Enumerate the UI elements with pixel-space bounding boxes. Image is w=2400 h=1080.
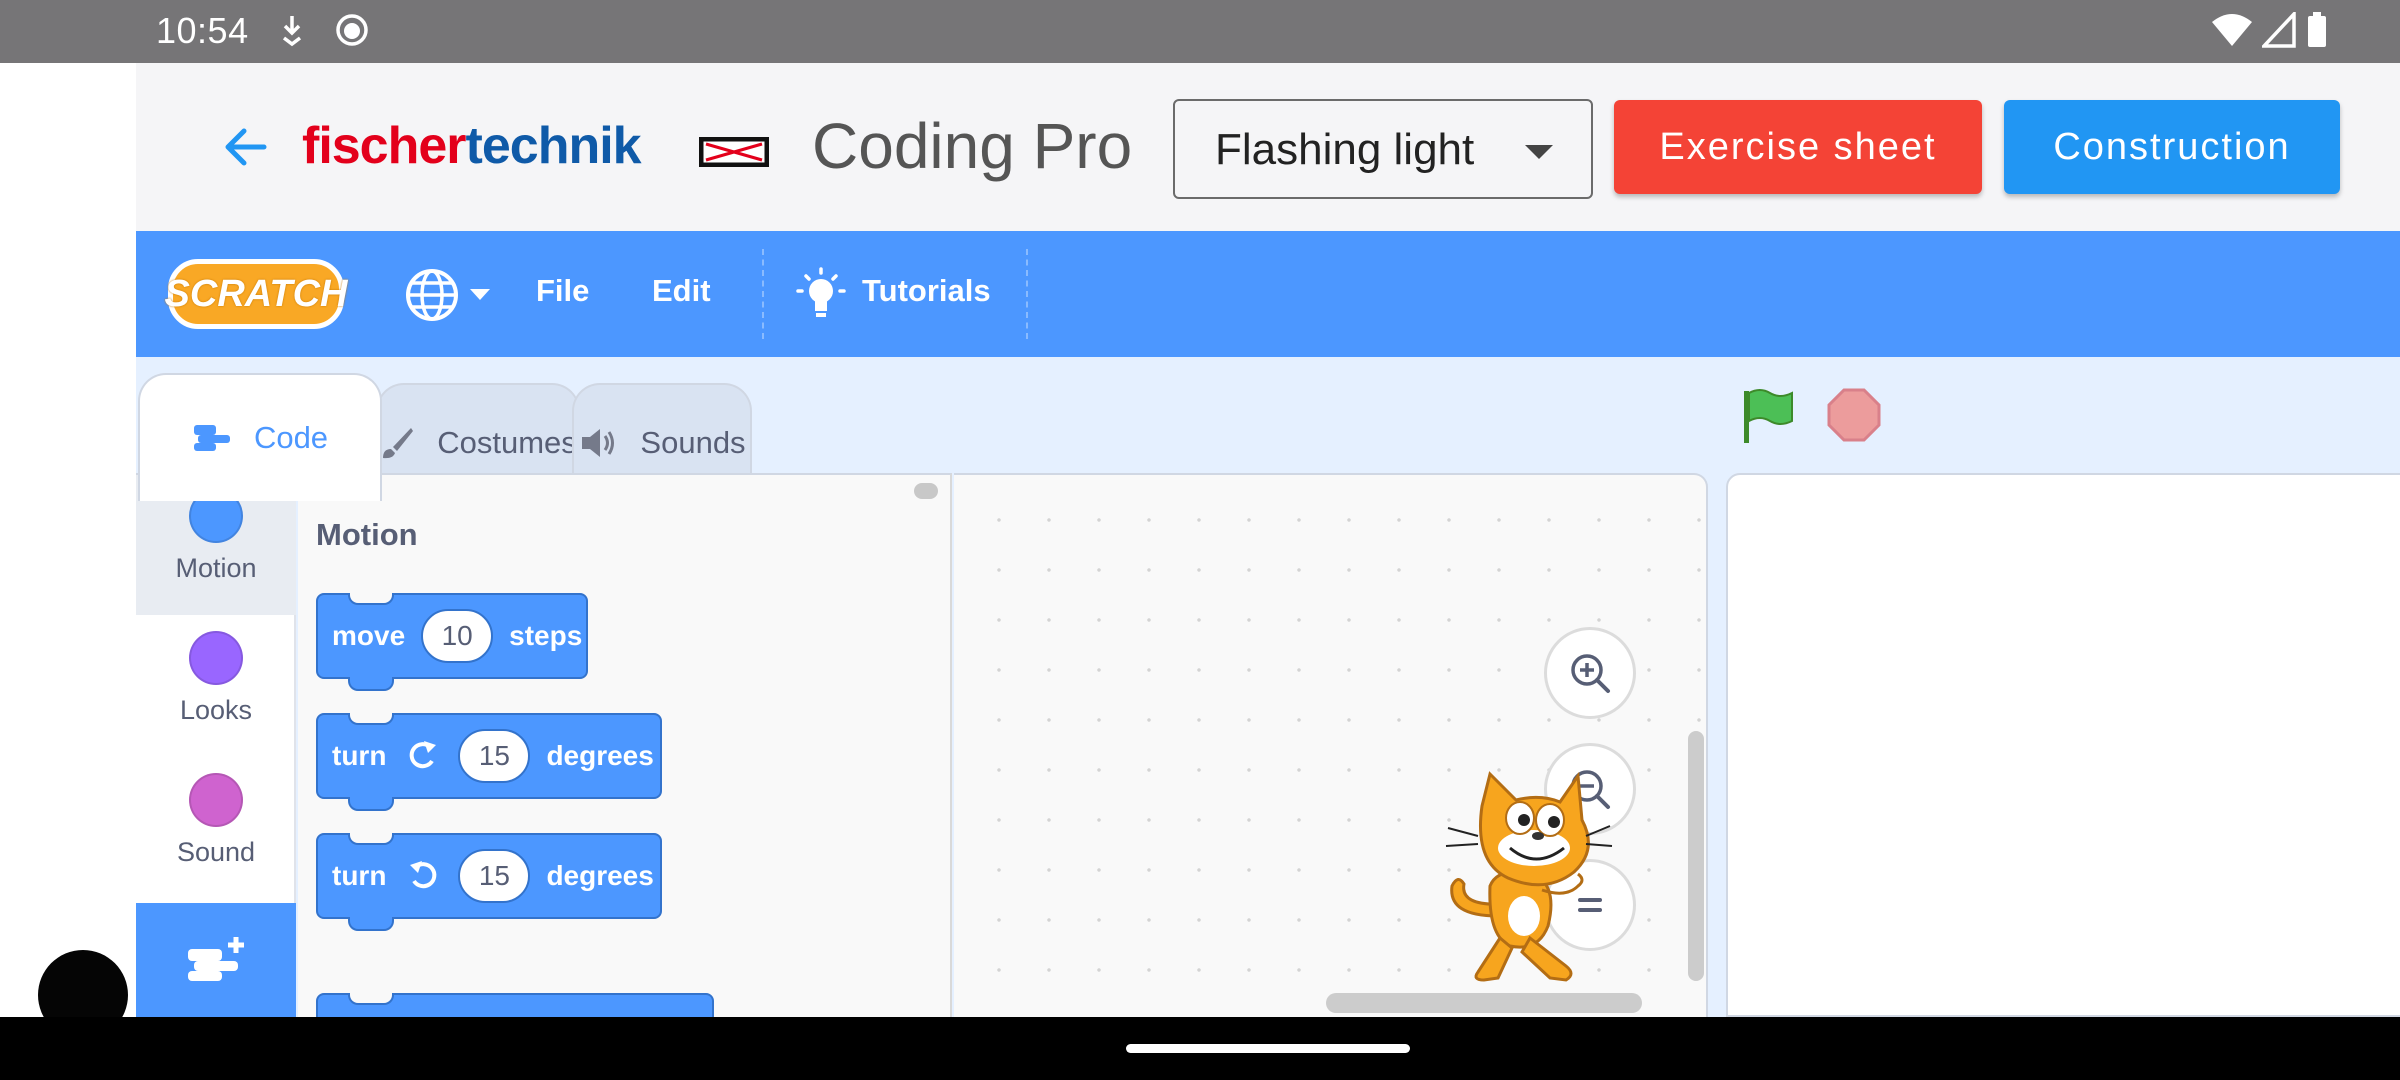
block-text: turn	[332, 860, 387, 891]
status-time: 10:54	[156, 10, 249, 51]
home-gesture-pill[interactable]	[1126, 1044, 1410, 1053]
category-sound[interactable]: Sound	[136, 759, 296, 899]
notification-icon	[334, 12, 370, 53]
tab-costumes-label: Costumes	[437, 425, 577, 460]
scratch-editor: Code Costumes Sounds Motion Looks Sound …	[136, 357, 2400, 1019]
add-extension-icon	[188, 937, 244, 981]
tab-code[interactable]: Code	[138, 373, 382, 501]
rotate-right-icon	[404, 737, 442, 775]
category-menu: Motion Looks Sound	[136, 473, 296, 1019]
status-bar: 10:54	[0, 0, 2400, 63]
logo-text-technik: technik	[465, 117, 642, 175]
block-text: degrees	[546, 860, 654, 891]
category-label: Sound	[176, 837, 256, 867]
block-text: move	[332, 620, 406, 651]
exercise-select-value: Flashing light	[1215, 125, 1475, 174]
language-caret-icon[interactable]	[470, 289, 490, 300]
stage[interactable]	[1726, 473, 2400, 1017]
wifi-icon	[2210, 12, 2254, 53]
block-text: degrees	[546, 740, 654, 771]
scratch-menu-bar: SCRATCH File Edit Tutorials	[136, 231, 2400, 357]
lightbulb-icon[interactable]	[796, 267, 846, 328]
brand-logo: fischertechnik	[302, 116, 642, 176]
download-icon	[278, 12, 306, 53]
category-label: Looks	[179, 695, 253, 725]
degrees-input[interactable]: 15	[458, 849, 531, 903]
block-notch	[348, 833, 394, 845]
menu-divider	[1026, 249, 1028, 339]
zoom-in-button[interactable]	[1544, 627, 1636, 719]
back-arrow-icon[interactable]	[218, 119, 274, 175]
scratch-logo[interactable]: SCRATCH	[165, 259, 347, 329]
category-label: Motion	[175, 553, 257, 583]
block-notch	[348, 993, 394, 1005]
menu-tutorials[interactable]: Tutorials	[862, 273, 991, 309]
chevron-down-icon	[1525, 145, 1553, 159]
code-blocks-icon	[192, 423, 232, 453]
logo-badge-icon	[699, 137, 769, 167]
block-notch	[348, 713, 394, 725]
category-dot-looks	[189, 631, 243, 685]
category-looks[interactable]: Looks	[136, 617, 296, 757]
block-palette: Motion move 10 steps turn 15 degrees tur…	[298, 473, 952, 1017]
globe-icon[interactable]	[404, 267, 460, 328]
block-tab	[348, 677, 394, 691]
tab-code-label: Code	[253, 420, 329, 455]
logo-text-fischer: fischer	[302, 117, 467, 175]
turn-left-block[interactable]: turn 15 degrees	[316, 833, 662, 931]
block-tab	[348, 917, 394, 931]
battery-icon	[2306, 12, 2328, 53]
signal-icon	[2259, 9, 2296, 53]
exercise-select[interactable]: Flashing light	[1173, 99, 1593, 199]
category-dot-sound	[189, 773, 243, 827]
zoom-in-icon	[1571, 654, 1610, 693]
menu-edit[interactable]: Edit	[652, 273, 711, 309]
degrees-input[interactable]: 15	[458, 729, 531, 783]
turn-right-block[interactable]: turn 15 degrees	[316, 713, 662, 811]
partial-motion-block[interactable]	[316, 993, 714, 1017]
green-flag-icon[interactable]	[1740, 387, 1796, 452]
block-text: turn	[332, 740, 387, 771]
paintbrush-icon	[379, 425, 415, 461]
construction-button[interactable]: Construction	[2004, 100, 2340, 194]
menu-divider	[762, 249, 764, 339]
block-text: steps	[509, 620, 583, 651]
script-vertical-scrollbar[interactable]	[1688, 731, 1704, 981]
tab-sounds-label: Sounds	[640, 425, 746, 460]
system-nav-bar	[0, 1017, 2400, 1080]
speaker-icon	[578, 426, 618, 460]
app-title: Coding Pro	[812, 110, 1133, 182]
rotate-left-icon	[404, 857, 442, 895]
steps-input[interactable]: 10	[421, 609, 494, 663]
floating-handle[interactable]	[30, 508, 94, 572]
stop-icon[interactable]	[1826, 387, 1882, 448]
palette-scrollbar[interactable]	[914, 483, 938, 499]
palette-section-title: Motion	[316, 517, 418, 552]
exercise-sheet-button[interactable]: Exercise sheet	[1614, 100, 1982, 194]
add-extension-button[interactable]	[136, 903, 296, 1019]
block-notch	[348, 593, 394, 605]
move-steps-block[interactable]: move 10 steps	[316, 593, 588, 691]
menu-file[interactable]: File	[536, 273, 589, 309]
cat-sprite[interactable]	[1438, 766, 1614, 1001]
block-tab	[348, 797, 394, 811]
app-header: fischertechnik Coding Pro Flashing light…	[136, 63, 2400, 231]
